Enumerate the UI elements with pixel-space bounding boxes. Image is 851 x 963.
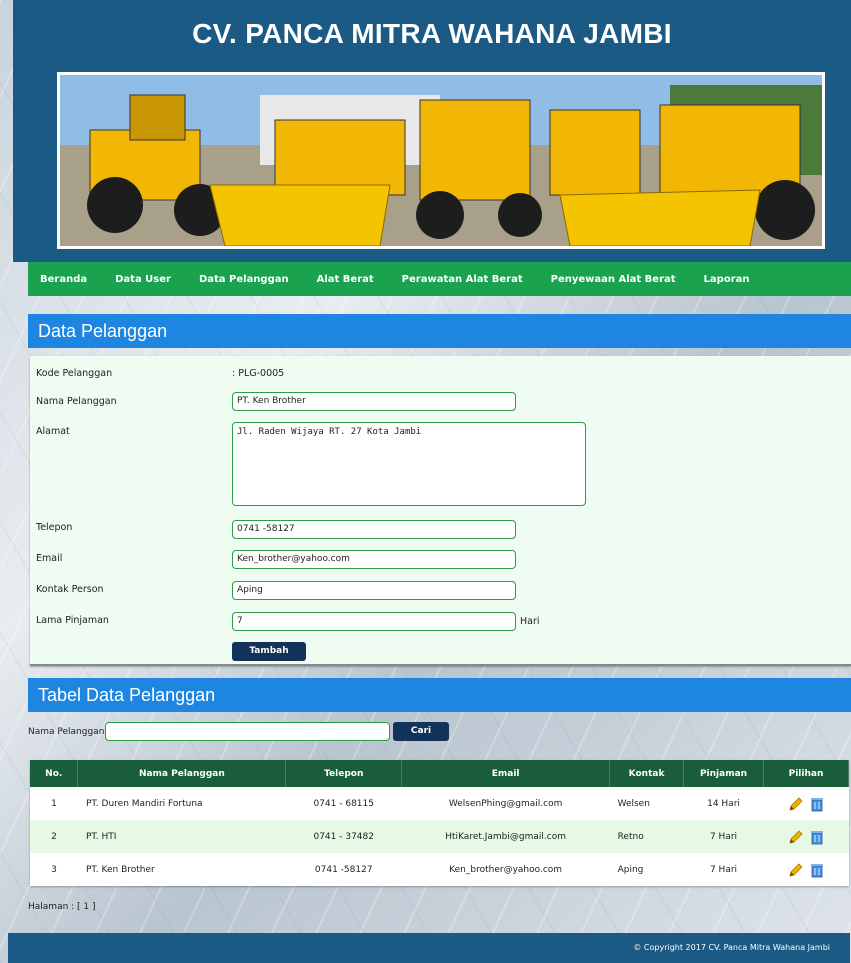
kontak-label: Kontak Person	[36, 584, 104, 595]
delete-trash-icon[interactable]	[810, 796, 824, 812]
tambah-button[interactable]: Tambah	[232, 642, 306, 661]
nav-perawatan-alat-berat[interactable]: Perawatan Alat Berat	[402, 274, 523, 285]
col-kontak: Kontak	[609, 760, 685, 787]
col-email: Email	[401, 760, 611, 787]
nav-penyewaan-alat-berat[interactable]: Penyewaan Alat Berat	[551, 274, 676, 285]
customer-table: No. Nama Pelanggan Telepon Email Kontak …	[30, 760, 850, 886]
nav-data-pelanggan[interactable]: Data Pelanggan	[199, 274, 289, 285]
alamat-field[interactable]: Jl. Raden Wijaya RT. 27 Kota Jambi	[232, 422, 586, 506]
search-label: Nama Pelanggan :	[28, 727, 111, 737]
col-nama: Nama Pelanggan	[77, 760, 287, 787]
nav-data-user[interactable]: Data User	[115, 274, 171, 285]
cell-email: HtiKaret.Jambi@gmail.com	[401, 820, 610, 853]
cell-kontak: Welsen	[609, 787, 684, 820]
cell-nama: PT. HTI	[77, 820, 286, 853]
cell-no: 3	[30, 853, 78, 886]
pagination: Halaman : [ 1 ]	[28, 902, 96, 912]
page-wrapper: CV. PANCA MITRA WAHANA JAMBI Beranda Dat…	[8, 0, 851, 963]
cell-pinjaman: 14 Hari	[683, 787, 764, 820]
nav-laporan[interactable]: Laporan	[704, 274, 750, 285]
kode-value: : PLG-0005	[232, 368, 285, 379]
delete-trash-icon[interactable]	[810, 862, 824, 878]
cell-nama: PT. Ken Brother	[77, 853, 286, 886]
site-header: CV. PANCA MITRA WAHANA JAMBI	[13, 0, 851, 262]
kontak-field[interactable]: Aping	[232, 581, 516, 600]
cell-actions	[763, 820, 849, 853]
cell-no: 2	[30, 820, 78, 853]
col-no: No.	[30, 760, 79, 787]
col-pinjaman: Pinjaman	[683, 760, 764, 787]
lama-field[interactable]: 7	[232, 612, 516, 631]
customer-form: Kode Pelanggan : PLG-0005 Nama Pelanggan…	[30, 356, 851, 666]
cell-pinjaman: 7 Hari	[683, 820, 764, 853]
cell-email: Ken_brother@yahoo.com	[401, 853, 610, 886]
table-header-row: No. Nama Pelanggan Telepon Email Kontak …	[30, 760, 850, 787]
table-section-title: Tabel Data Pelanggan	[28, 678, 851, 712]
kode-label: Kode Pelanggan	[36, 368, 113, 379]
cell-telepon: 0741 -58127	[285, 853, 402, 886]
cell-telepon: 0741 - 37482	[285, 820, 402, 853]
banner-image	[57, 72, 825, 249]
form-section-title: Data Pelanggan	[28, 314, 851, 348]
alamat-label: Alamat	[36, 426, 70, 437]
table-row: 1 PT. Duren Mandiri Fortuna 0741 - 68115…	[30, 787, 849, 820]
cell-kontak: Retno	[609, 820, 684, 853]
telepon-label: Telepon	[36, 522, 73, 533]
lama-unit: Hari	[520, 616, 540, 627]
cell-no: 1	[30, 787, 78, 820]
nav-beranda[interactable]: Beranda	[40, 274, 87, 285]
site-footer: © Copyright 2017 CV. Panca Mitra Wahana …	[8, 933, 850, 963]
cell-email: WelsenPhing@gmail.com	[401, 787, 610, 820]
col-telepon: Telepon	[285, 760, 403, 787]
delete-trash-icon[interactable]	[810, 829, 824, 845]
search-input[interactable]	[105, 722, 390, 741]
cell-nama: PT. Duren Mandiri Fortuna	[77, 787, 286, 820]
edit-pencil-icon[interactable]	[788, 862, 804, 878]
cell-pinjaman: 7 Hari	[683, 853, 764, 886]
cell-actions	[763, 787, 849, 820]
main-nav: Beranda Data User Data Pelanggan Alat Be…	[28, 262, 851, 296]
nama-field[interactable]: PT. Ken Brother	[232, 392, 516, 411]
cell-actions	[763, 853, 849, 886]
search-button[interactable]: Cari	[393, 722, 449, 741]
email-label: Email	[36, 553, 63, 564]
table-row: 3 PT. Ken Brother 0741 -58127 Ken_brothe…	[30, 853, 849, 886]
telepon-field[interactable]: 0741 -58127	[232, 520, 516, 539]
nama-label: Nama Pelanggan	[36, 396, 117, 407]
site-title: CV. PANCA MITRA WAHANA JAMBI	[192, 18, 672, 49]
cell-telepon: 0741 - 68115	[285, 787, 402, 820]
edit-pencil-icon[interactable]	[788, 829, 804, 845]
email-field[interactable]: Ken_brother@yahoo.com	[232, 550, 516, 569]
lama-label: Lama Pinjaman	[36, 615, 109, 626]
edit-pencil-icon[interactable]	[788, 796, 804, 812]
cell-kontak: Aping	[609, 853, 684, 886]
col-pilihan: Pilihan	[763, 760, 850, 787]
table-row: 2 PT. HTI 0741 - 37482 HtiKaret.Jambi@gm…	[30, 820, 849, 853]
nav-alat-berat[interactable]: Alat Berat	[317, 274, 374, 285]
